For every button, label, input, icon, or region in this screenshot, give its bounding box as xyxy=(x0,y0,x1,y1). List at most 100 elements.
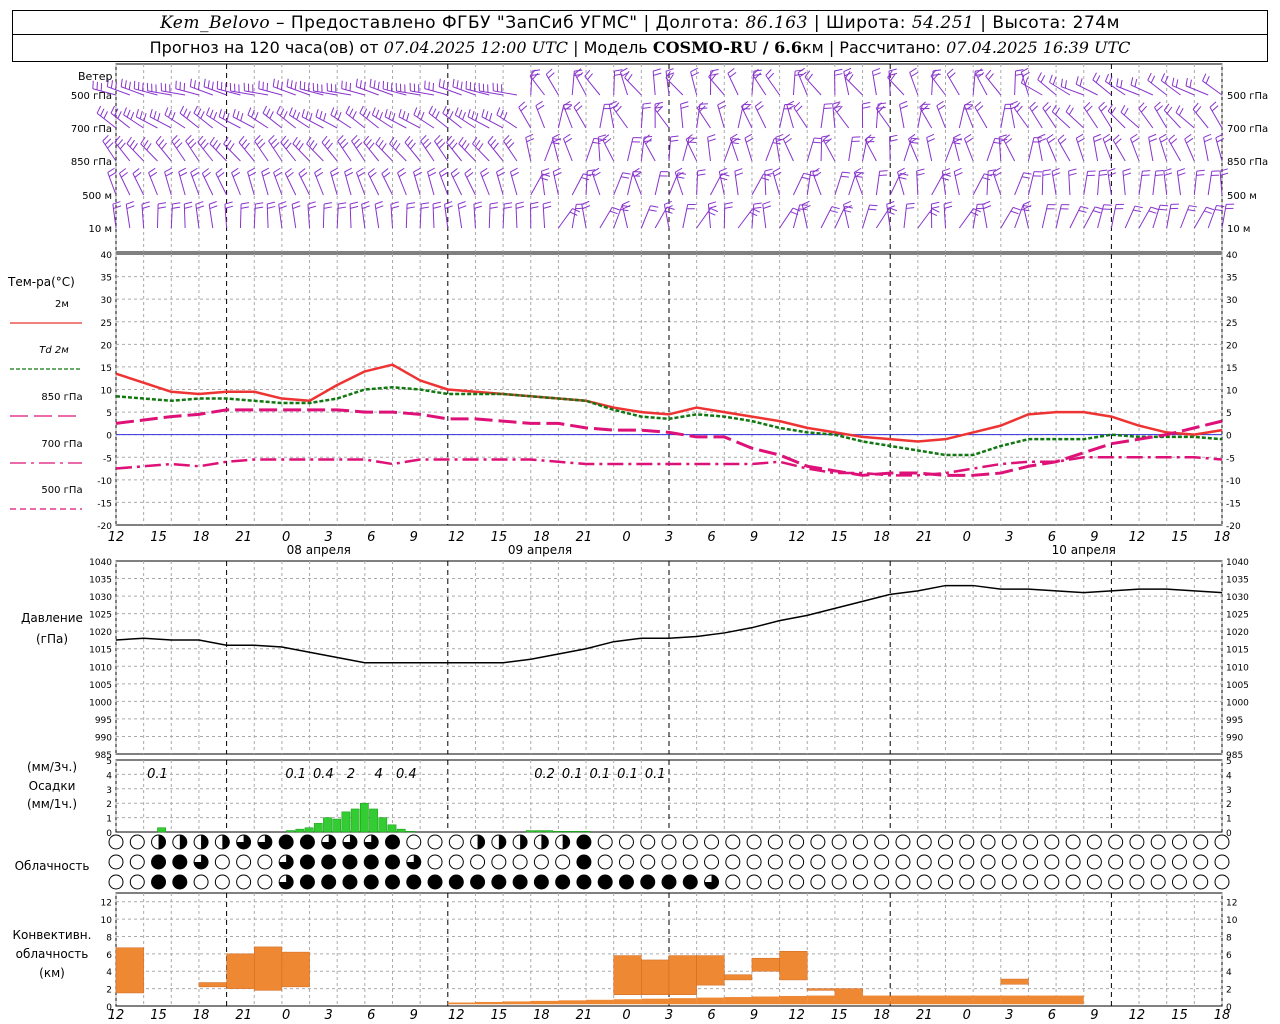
legend-label: 500 гПа xyxy=(41,485,82,496)
cloud-symbol xyxy=(1065,874,1081,890)
cloud-symbol xyxy=(193,834,209,850)
cloud-symbol xyxy=(938,834,953,850)
wind-barb xyxy=(1202,73,1223,96)
wind-barb xyxy=(696,169,706,196)
cloud-symbol xyxy=(874,874,890,890)
cloud-symbol xyxy=(1086,874,1102,890)
pressure-tick-label-right: 1035 xyxy=(1226,576,1249,586)
pressure-tick-label: 1010 xyxy=(89,663,112,673)
wind-barb xyxy=(843,67,853,96)
pressure-tick-label-right: 1005 xyxy=(1226,681,1249,691)
wind-barb xyxy=(1207,170,1220,196)
cloud-symbol xyxy=(725,854,741,870)
cloud-symbol xyxy=(725,874,741,890)
pressure-tick-label: 995 xyxy=(95,716,112,726)
wind-barb xyxy=(457,201,467,229)
cloud-symbol xyxy=(1171,874,1187,890)
time-tick-label: 12 xyxy=(108,530,125,545)
cloud-symbol xyxy=(831,834,847,850)
wind-barb xyxy=(571,173,592,196)
cloud-symbol xyxy=(980,854,996,870)
cloud-symbol xyxy=(1065,854,1081,870)
wind-barb xyxy=(643,134,656,162)
wind-barb xyxy=(1112,134,1126,162)
wind-barb xyxy=(487,135,504,162)
cloud-symbol xyxy=(491,834,507,850)
conv-bar xyxy=(779,950,808,981)
cloud-symbol xyxy=(1150,854,1166,870)
wind-barb xyxy=(1147,72,1168,96)
conv-bar xyxy=(751,957,780,972)
wind-barb xyxy=(986,169,997,196)
wind-barb xyxy=(148,167,158,196)
precip-bar xyxy=(396,828,406,833)
wind-barb xyxy=(1037,133,1047,162)
cloud-symbol xyxy=(1214,874,1230,890)
wind-barb xyxy=(1041,204,1056,229)
wind-barb xyxy=(530,173,551,196)
wind-barb xyxy=(434,134,449,162)
wind-barb xyxy=(1175,105,1195,129)
cloud-symbol xyxy=(874,854,890,870)
cloud-symbol xyxy=(278,834,294,850)
cloud-symbol xyxy=(576,854,592,870)
wind-barb xyxy=(1184,133,1195,162)
wind-barb xyxy=(171,135,186,162)
time-tick-label-bottom: 18 xyxy=(193,1008,210,1023)
legend-label: 850 гПа xyxy=(41,392,82,403)
pressure-tick-label: 1035 xyxy=(89,576,112,586)
cloud-symbol xyxy=(385,874,400,890)
legend-label: 2м xyxy=(55,299,69,310)
pressure-tick-label: 1005 xyxy=(89,681,112,691)
wind-barb xyxy=(779,207,801,229)
wind-level-label-right: 10 м xyxy=(1227,224,1250,235)
temp-tick-label: 0 xyxy=(106,432,112,442)
precip-bar xyxy=(387,824,397,833)
time-tick-label-bottom: 3 xyxy=(325,1008,333,1023)
cloud-symbol xyxy=(1086,854,1102,870)
wind-barb xyxy=(926,133,936,162)
wind-level-label: 850 гПа xyxy=(71,157,112,168)
wind-barb xyxy=(336,202,347,229)
wind-barb xyxy=(1055,204,1070,229)
cloud-symbol xyxy=(618,854,634,870)
wind-barb xyxy=(349,201,359,229)
wind-barb xyxy=(812,167,822,196)
pressure-tick-label: 990 xyxy=(95,733,112,743)
precip-bar xyxy=(304,827,314,833)
wind-barb xyxy=(404,135,421,162)
wind-barb xyxy=(515,201,524,229)
conv-layer-bar xyxy=(945,995,974,1005)
wind-barb xyxy=(903,202,915,229)
time-tick-label: 9 xyxy=(410,530,418,545)
time-tick-label: 0 xyxy=(622,530,630,545)
wind-barb xyxy=(862,204,878,229)
wind-barb xyxy=(232,108,255,129)
wind-barb xyxy=(861,101,871,129)
pressure-tick-label: 1025 xyxy=(89,611,112,621)
precip-3h-label: 0.1 xyxy=(285,767,306,782)
wind-barb xyxy=(118,168,131,196)
wind-barb xyxy=(307,201,317,229)
precip-bar xyxy=(406,831,415,833)
temp-tick-label-right: 15 xyxy=(1226,364,1237,374)
conv-layer-bar xyxy=(669,998,697,1005)
time-tick-label: 15 xyxy=(150,530,167,545)
wind-barb xyxy=(509,167,519,196)
precip-bar xyxy=(359,802,369,833)
wind-barb xyxy=(183,201,193,229)
cloud-symbol xyxy=(895,874,911,890)
wind-barb xyxy=(1068,168,1077,196)
temp-tick-label: 15 xyxy=(101,364,112,374)
cloud-symbol xyxy=(299,854,315,870)
wind-barb xyxy=(1176,168,1186,196)
wind-barb xyxy=(958,208,981,229)
time-tick-label: 9 xyxy=(750,530,758,545)
wind-barb xyxy=(806,137,823,162)
cloud-symbol xyxy=(1214,834,1230,850)
wind-barb xyxy=(919,101,933,129)
wind-level-label-right: 500 м xyxy=(1227,191,1257,202)
cloud-symbol xyxy=(129,834,145,850)
temp-tick-label-right: 20 xyxy=(1226,341,1238,351)
conv-layer-bar xyxy=(779,995,808,1005)
